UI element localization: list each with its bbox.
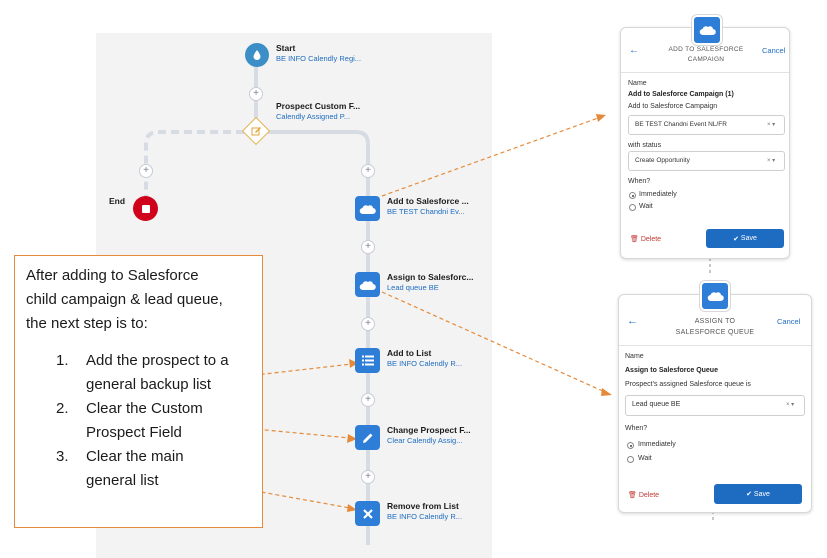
delete-button[interactable]: 🗑 Delete <box>628 491 659 499</box>
when-label: When? <box>628 178 651 185</box>
save-button[interactable]: ✔ Save <box>706 229 784 248</box>
name-value: Add to Salesforce Campaign (1) <box>628 91 734 98</box>
edit-rule-icon <box>251 127 261 136</box>
start-subtitle[interactable]: BE INFO Calendly Regi... <box>276 54 361 63</box>
callout-item-3: Clear the main general list <box>86 445 184 493</box>
callout-item-line: Prospect Field <box>86 424 182 441</box>
queue-select-value: Lead queue BE <box>632 401 681 408</box>
callout-item-line: Clear the main <box>86 448 184 465</box>
callout-item-1: Add the prospect to a general backup lis… <box>86 349 229 397</box>
step-3-title: Add to List <box>387 348 432 358</box>
name-label: Name <box>625 353 644 360</box>
start-node-icon[interactable] <box>245 43 269 67</box>
item-number: 1. <box>56 352 69 369</box>
step-2-title: Assign to Salesforc... <box>387 272 474 282</box>
callout-intro-line: After adding to Salesforce <box>26 267 199 284</box>
list-icon[interactable] <box>355 348 380 373</box>
panel-title-line1: ASSIGN TO <box>694 318 736 325</box>
step-5-title: Remove from List <box>387 501 459 511</box>
add-step-plus-icon[interactable]: + <box>361 393 375 407</box>
pencil-icon[interactable] <box>355 425 380 450</box>
add-to-campaign-panel: ← ADD TO SALESFORCE CAMPAIGN Cancel Name… <box>620 27 790 259</box>
step-4-title: Change Prospect F... <box>387 425 471 435</box>
step-1-title: Add to Salesforce ... <box>387 196 469 206</box>
check-icon: ✔ <box>746 491 754 498</box>
clear-icon[interactable]: × ▾ <box>786 401 794 408</box>
salesforce-cloud-icon[interactable] <box>355 272 380 297</box>
status-label: with status <box>628 142 662 149</box>
salesforce-cloud-icon <box>692 15 722 45</box>
callout-intro-line: child campaign & lead queue, <box>26 291 223 308</box>
callout-item-line: Add the prospect to a <box>86 352 229 369</box>
end-title: End <box>109 196 126 206</box>
cancel-link[interactable]: Cancel <box>777 317 800 326</box>
add-step-plus-icon[interactable]: + <box>361 164 375 178</box>
callout-intro: After adding to Salesforce child campaig… <box>26 264 223 336</box>
x-icon[interactable] <box>355 501 380 526</box>
back-arrow-icon[interactable]: ← <box>629 45 639 56</box>
add-step-plus-icon[interactable]: + <box>249 87 263 101</box>
status-select-value: Create Opportunity <box>635 157 690 164</box>
step-5-subtitle[interactable]: BE INFO Calendly R... <box>387 512 462 521</box>
clear-icon[interactable]: × ▾ <box>767 121 775 128</box>
delete-label: Delete <box>638 492 660 499</box>
callout-item-line: general backup list <box>86 376 212 393</box>
callout-item-line: Clear the Custom <box>86 400 203 417</box>
panel-title-line1: ADD TO SALESFORCE <box>668 46 744 53</box>
step-4-subtitle[interactable]: Clear Calendly Assig... <box>387 436 462 445</box>
delete-label: Delete <box>640 236 662 243</box>
add-step-plus-icon[interactable]: + <box>361 470 375 484</box>
step-3-subtitle[interactable]: BE INFO Calendly R... <box>387 359 462 368</box>
campaign-label: Add to Salesforce Campaign <box>628 103 718 110</box>
immediately-label: Immediately <box>639 191 677 198</box>
end-stop-icon[interactable] <box>133 196 158 221</box>
wait-label: Wait <box>638 455 652 462</box>
campaign-select[interactable]: BE TEST Chandni Event NL/FR × ▾ <box>628 115 785 135</box>
cancel-link[interactable]: Cancel <box>762 46 785 55</box>
item-number: 2. <box>56 400 69 417</box>
salesforce-cloud-icon <box>700 281 730 311</box>
save-label: Save <box>740 235 757 242</box>
panel-title-line2: SALESFORCE QUEUE <box>675 329 755 336</box>
name-value: Assign to Salesforce Queue <box>625 367 718 374</box>
salesforce-cloud-icon[interactable] <box>355 196 380 221</box>
delete-button[interactable]: 🗑 Delete <box>630 235 661 243</box>
wait-label: Wait <box>639 203 653 210</box>
queue-select[interactable]: Lead queue BE × ▾ <box>625 395 805 416</box>
status-select[interactable]: Create Opportunity × ▾ <box>628 151 785 171</box>
callout-item-line: general list <box>86 472 159 489</box>
branch-subtitle[interactable]: Calendly Assigned P... <box>276 112 350 121</box>
callout-intro-line: the next step is to: <box>26 315 148 332</box>
when-label: When? <box>625 425 648 432</box>
save-button[interactable]: ✔ Save <box>714 484 802 504</box>
queue-label: Prospect's assigned Salesforce queue is <box>625 381 751 388</box>
clear-icon[interactable]: × ▾ <box>767 157 775 164</box>
add-step-plus-icon[interactable]: + <box>361 240 375 254</box>
name-label: Name <box>628 80 647 87</box>
add-step-plus-icon[interactable]: + <box>361 317 375 331</box>
trash-icon: 🗑 <box>630 236 639 243</box>
check-icon: ✔ <box>733 235 741 243</box>
immediately-radio[interactable] <box>629 192 636 199</box>
campaign-select-value: BE TEST Chandni Event NL/FR <box>635 121 727 128</box>
step-1-subtitle[interactable]: BE TEST Chandni Ev... <box>387 207 465 216</box>
callout-item-2: Clear the Custom Prospect Field <box>86 397 203 445</box>
wait-radio[interactable] <box>627 456 634 463</box>
annotation-callout: After adding to Salesforce child campaig… <box>14 255 263 528</box>
step-2-subtitle[interactable]: Lead queue BE <box>387 283 439 292</box>
branch-title: Prospect Custom F... <box>276 101 361 111</box>
wait-radio[interactable] <box>629 204 636 211</box>
trash-icon: 🗑 <box>628 492 637 499</box>
assign-queue-panel: ← ASSIGN TO SALESFORCE QUEUE Cancel Name… <box>618 294 812 513</box>
immediately-label: Immediately <box>638 441 676 448</box>
start-title: Start <box>276 43 296 53</box>
back-arrow-icon[interactable]: ← <box>627 315 638 327</box>
immediately-radio[interactable] <box>627 442 634 449</box>
add-step-plus-icon[interactable]: + <box>139 164 153 178</box>
panel-title-line2: CAMPAIGN <box>687 56 725 63</box>
item-number: 3. <box>56 448 69 465</box>
save-label: Save <box>753 490 770 498</box>
